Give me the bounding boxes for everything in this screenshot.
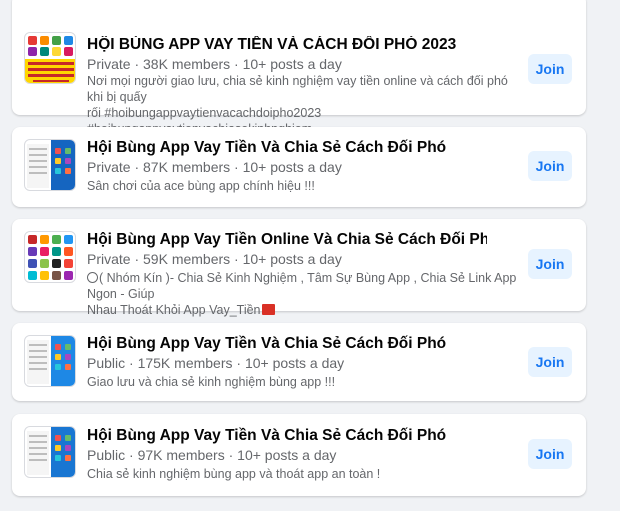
- join-button[interactable]: Join: [528, 249, 572, 279]
- group-description-line: Giao lưu và chia sẻ kinh nghiệm bùng app…: [87, 375, 336, 389]
- app-icons-thumbnail-art: [25, 33, 75, 83]
- group-description-line: ( Nhóm Kín )- Chia Sẻ Kinh Nghiệm , Tâm …: [87, 271, 517, 301]
- group-cover-thumbnail[interactable]: [24, 426, 76, 478]
- group-title[interactable]: Hội Bùng App Vay Tiền Và Chia Sẻ Cách Đố…: [87, 427, 487, 445]
- group-cover-thumbnail[interactable]: [24, 32, 76, 84]
- join-button[interactable]: Join: [528, 347, 572, 377]
- group-title[interactable]: Hội Bùng App Vay Tiền Và Chia Sẻ Cách Đố…: [87, 139, 487, 157]
- join-button[interactable]: Join: [528, 151, 572, 181]
- group-meta: Public · 175K members · 10+ posts a day: [87, 355, 345, 371]
- group-description-line: Chia sẻ kinh nghiệm bùng app và thoát ap…: [87, 467, 381, 481]
- group-result-card[interactable]: Hội Bùng App Vay Tiền Và Chia Sẻ Cách Đố…: [12, 414, 586, 496]
- emoji-icon: [87, 272, 98, 283]
- group-description: Giao lưu và chia sẻ kinh nghiệm bùng app…: [87, 374, 517, 390]
- group-result-card[interactable]: HỘI BÙNG APP VAY TIỀN VÀ CÁCH ĐỐI PHÓ 20…: [12, 0, 586, 136]
- group-meta: Private · 59K members · 10+ posts a day: [87, 251, 342, 267]
- group-description-line: Nơi mọi người giao lưu, chia sẻ kinh ngh…: [87, 74, 508, 104]
- group-meta: Private · 38K members · 10+ posts a day: [87, 56, 342, 72]
- group-description: Chia sẻ kinh nghiệm bùng app và thoát ap…: [87, 466, 517, 482]
- group-result-card[interactable]: Hội Bùng App Vay Tiền Online Và Chia Sẻ …: [12, 219, 586, 317]
- phone-screenshot-thumbnail-art: [25, 427, 75, 477]
- group-cover-thumbnail[interactable]: [24, 231, 76, 283]
- phone-screenshot-thumbnail-art: [25, 140, 75, 190]
- group-description-line: Nhau Thoát Khỏi App Vay_Tiền: [87, 303, 261, 317]
- group-cover-thumbnail[interactable]: [24, 335, 76, 387]
- join-button[interactable]: Join: [528, 439, 572, 469]
- app-grid-thumbnail-art: [25, 232, 75, 282]
- group-title[interactable]: HỘI BÙNG APP VAY TIỀN VÀ CÁCH ĐỐI PHÓ 20…: [87, 36, 487, 54]
- group-meta: Private · 87K members · 10+ posts a day: [87, 159, 342, 175]
- group-title[interactable]: Hội Bùng App Vay Tiền Online Và Chia Sẻ …: [87, 231, 487, 249]
- group-description-line: Sân chơi của ace bùng app chính hiệu !!!: [87, 179, 315, 193]
- phone-screenshot-thumbnail-art: [25, 336, 75, 386]
- red-emoji-icon: [261, 304, 275, 315]
- join-button[interactable]: Join: [528, 54, 572, 84]
- group-cover-thumbnail[interactable]: [24, 139, 76, 191]
- group-result-card[interactable]: Hội Bùng App Vay Tiền Và Chia Sẻ Cách Đố…: [12, 323, 586, 401]
- group-description: ( Nhóm Kín )- Chia Sẻ Kinh Nghiệm , Tâm …: [87, 270, 517, 318]
- group-result-card[interactable]: Hội Bùng App Vay Tiền Và Chia Sẻ Cách Đố…: [12, 127, 586, 207]
- group-title[interactable]: Hội Bùng App Vay Tiền Và Chia Sẻ Cách Đố…: [87, 335, 487, 353]
- group-meta: Public · 97K members · 10+ posts a day: [87, 447, 337, 463]
- group-description: Sân chơi của ace bùng app chính hiệu !!!: [87, 178, 517, 194]
- group-search-results: HỘI BÙNG APP VAY TIỀN VÀ CÁCH ĐỐI PHÓ 20…: [0, 0, 620, 511]
